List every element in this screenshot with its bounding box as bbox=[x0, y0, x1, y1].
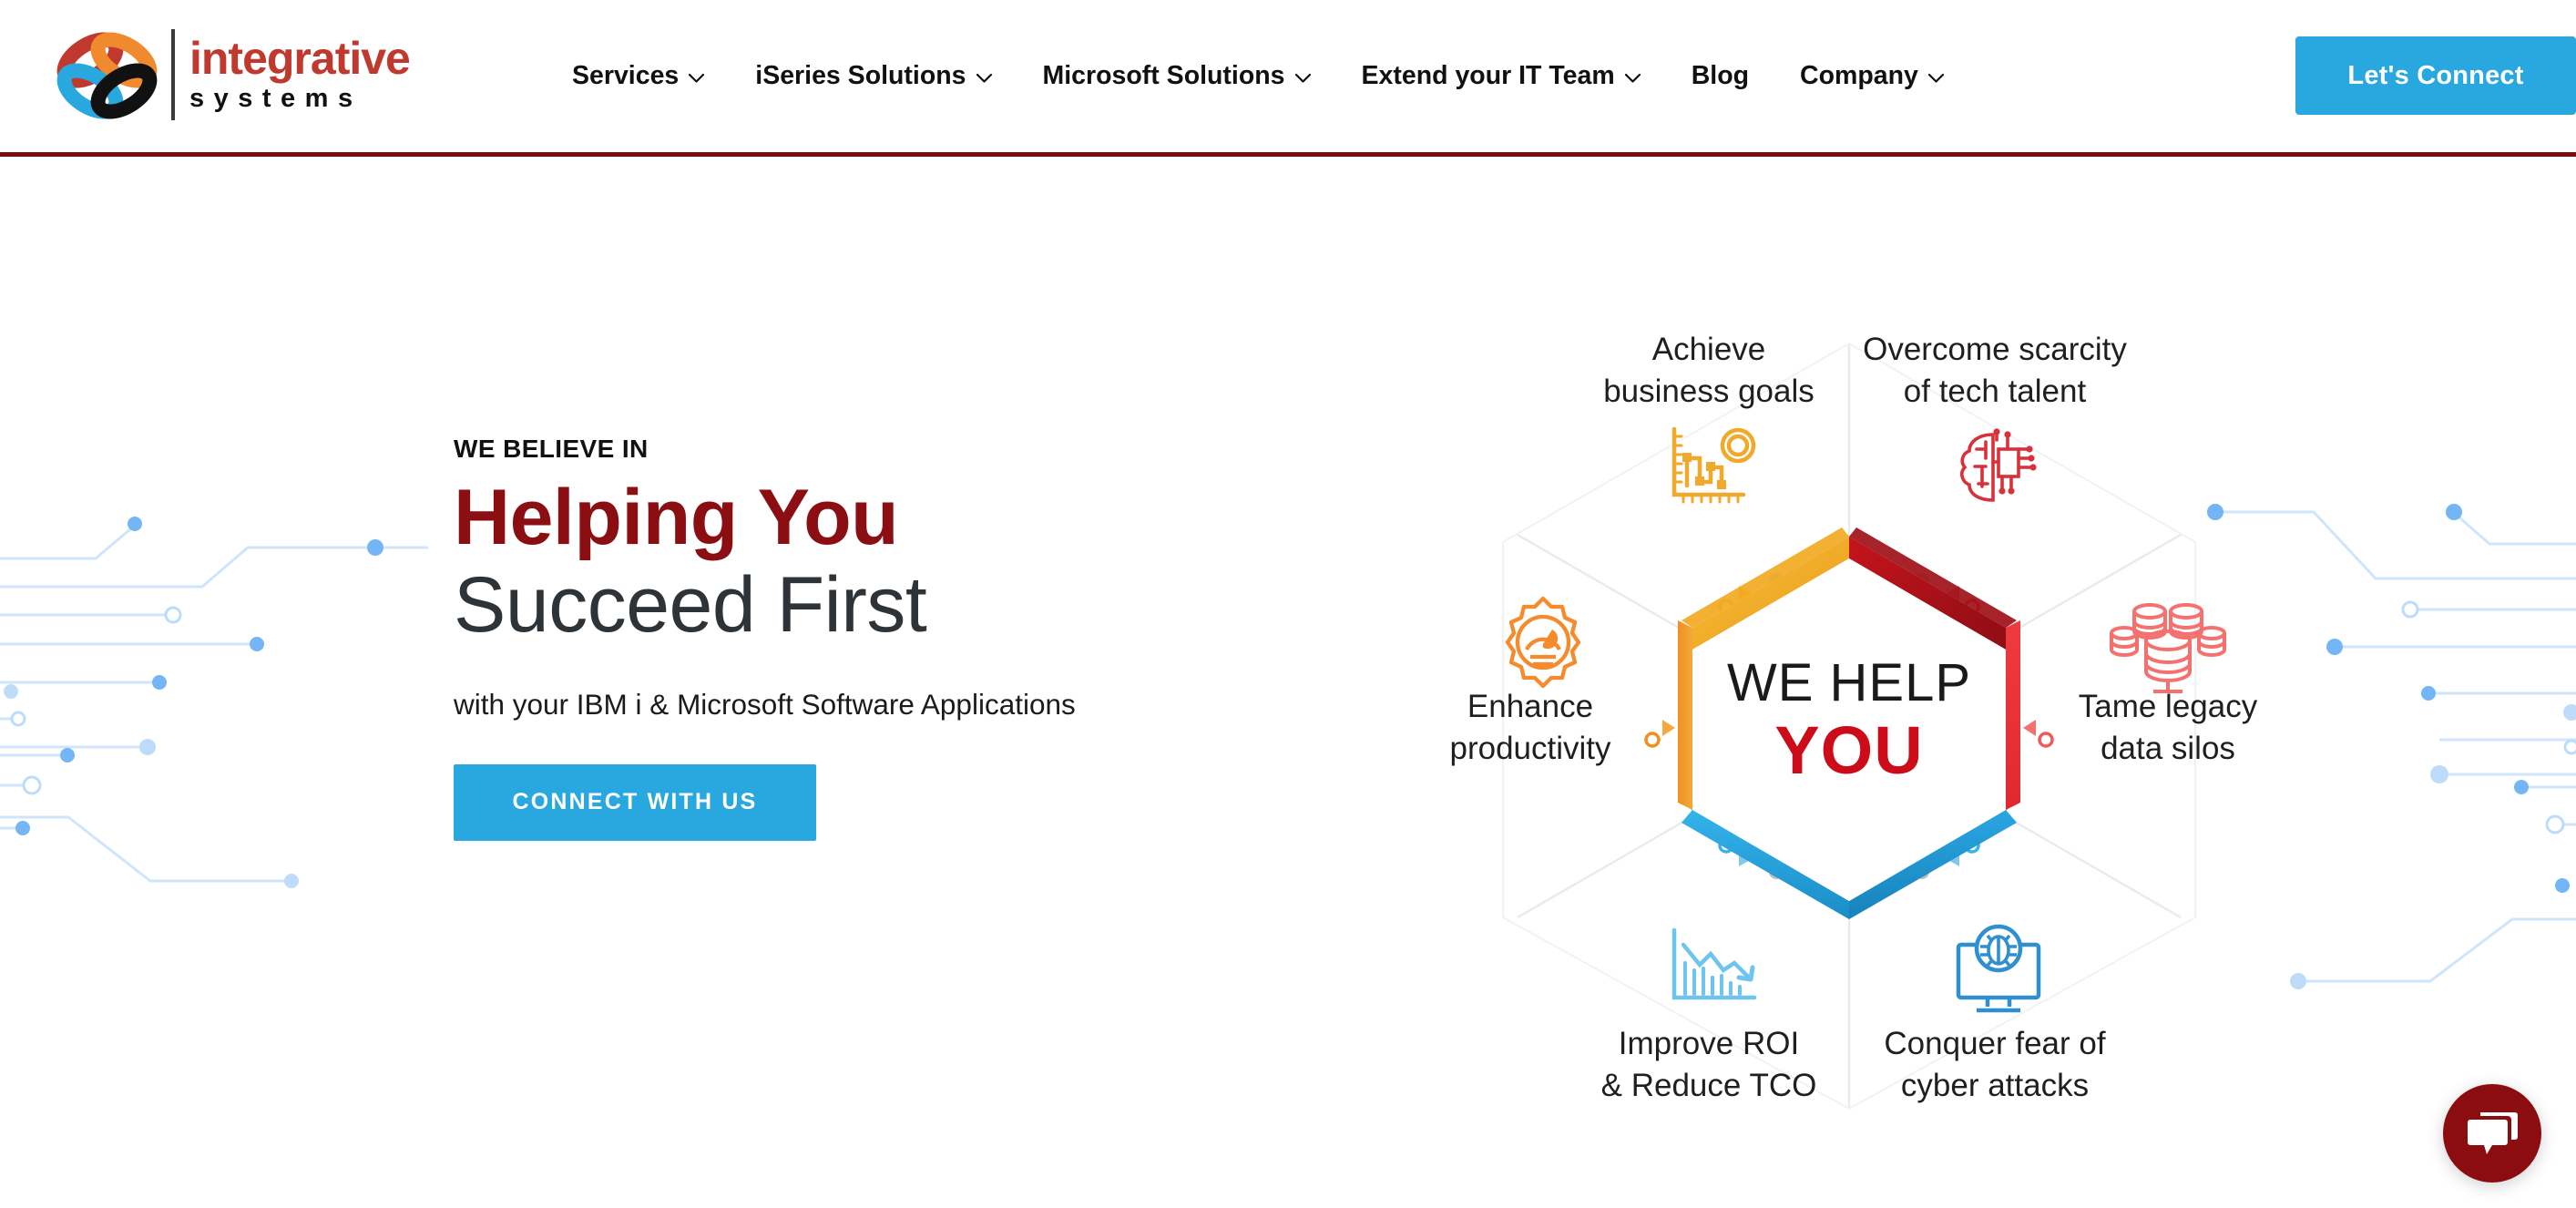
segment-label-line2: productivity bbox=[1449, 731, 1611, 766]
hex-segment-tame-legacy-data-silos: Tame legacy data silos bbox=[2079, 603, 2258, 766]
logo-word-systems: systems bbox=[189, 83, 363, 113]
nav-item-company[interactable]: Company bbox=[1774, 52, 1969, 100]
nav-label: iSeries Solutions bbox=[755, 61, 966, 90]
segment-label-line2: & Reduce TCO bbox=[1601, 1068, 1817, 1103]
hero-section: WE BELIEVE IN Helping You Succeed First … bbox=[0, 161, 2576, 1208]
database-stack-icon bbox=[2110, 603, 2226, 693]
segment-label-line1: Achieve bbox=[1652, 332, 1766, 367]
main-navigation: Services iSeries Solutions Microsoft Sol… bbox=[547, 0, 1969, 152]
growth-chart-coin-icon bbox=[1671, 426, 1756, 504]
nav-item-services[interactable]: Services bbox=[547, 52, 730, 100]
chat-bubbles-icon bbox=[2466, 1109, 2519, 1158]
segment-label-line2: of tech talent bbox=[1904, 374, 2087, 409]
overlapping-ellipses-logo-mark bbox=[47, 24, 166, 126]
nav-label: Extend your IT Team bbox=[1361, 61, 1615, 90]
hero-eyebrow: WE BELIEVE IN bbox=[454, 435, 649, 463]
chevron-down-icon bbox=[1294, 73, 1311, 83]
hex-center-line2: YOU bbox=[1774, 712, 1923, 788]
circuit-decoration-left bbox=[0, 517, 428, 1081]
segment-label-line2: cyber attacks bbox=[1901, 1068, 2089, 1103]
logo-word-integrative: integrative bbox=[189, 32, 411, 84]
lets-connect-button[interactable]: Let's Connect bbox=[2295, 36, 2576, 115]
brain-circuit-icon bbox=[1960, 428, 2037, 502]
segment-label-line1: Conquer fear of bbox=[1884, 1026, 2105, 1061]
chevron-down-icon bbox=[976, 73, 992, 83]
connect-with-us-button[interactable]: CONNECT WITH US bbox=[454, 763, 816, 841]
hero-headline-line1: Helping You bbox=[454, 474, 899, 561]
hex-segment-overcome-scarcity-of-tech-talent: Overcome scarcity of tech talent bbox=[1863, 332, 2127, 502]
chevron-down-icon bbox=[689, 73, 705, 83]
nav-label: Services bbox=[572, 61, 680, 90]
we-help-you-hexagon-graphic: WE HELP YOU Achieve business goals Overc… bbox=[1394, 289, 2305, 1163]
nav-label: Microsoft Solutions bbox=[1042, 61, 1285, 90]
segment-label-line2: data silos bbox=[2101, 731, 2235, 766]
nav-item-microsoft-solutions[interactable]: Microsoft Solutions bbox=[1017, 52, 1336, 100]
hex-segment-conquer-fear-of-cyber-attacks: Conquer fear of cyber attacks bbox=[1884, 924, 2106, 1103]
chevron-down-icon bbox=[1624, 73, 1641, 83]
declining-chart-icon bbox=[1671, 927, 1757, 1000]
chevron-down-icon bbox=[1927, 73, 1944, 83]
nav-item-extend-your-it-team[interactable]: Extend your IT Team bbox=[1336, 52, 1666, 100]
nav-label: Blog bbox=[1691, 61, 1750, 90]
hero-headline-line2: Succeed First bbox=[454, 561, 927, 650]
hex-segment-improve-roi-reduce-tco: Improve ROI & Reduce TCO bbox=[1601, 927, 1817, 1103]
nav-label: Company bbox=[1800, 61, 1918, 90]
nav-item-iseries-solutions[interactable]: iSeries Solutions bbox=[730, 52, 1017, 100]
segment-label-line2: business goals bbox=[1603, 374, 1814, 409]
hex-segment-achieve-business-goals: Achieve business goals bbox=[1603, 332, 1814, 504]
hex-segment-enhance-productivity: Enhance productivity bbox=[1449, 596, 1611, 766]
hero-copy: WE BELIEVE IN Helping You Succeed First … bbox=[454, 435, 1410, 841]
segment-label-line1: Tame legacy bbox=[2079, 689, 2258, 724]
segment-label-line1: Enhance bbox=[1467, 689, 1593, 724]
gear-speedometer-icon bbox=[1505, 596, 1581, 689]
site-header: integrative systems Services iSeries Sol… bbox=[0, 0, 2576, 157]
logo-divider bbox=[171, 29, 175, 120]
nav-item-blog[interactable]: Blog bbox=[1666, 52, 1774, 100]
chat-widget-button[interactable] bbox=[2443, 1084, 2541, 1182]
hero-subheading: with your IBM i & Microsoft Software App… bbox=[454, 687, 1076, 721]
monitor-bug-icon bbox=[1956, 924, 2041, 1013]
segment-label-line1: Improve ROI bbox=[1619, 1026, 1799, 1061]
site-logo[interactable]: integrative systems bbox=[47, 20, 411, 129]
segment-label-line1: Overcome scarcity bbox=[1863, 332, 2127, 367]
hex-center-line1: WE HELP bbox=[1727, 653, 1971, 712]
